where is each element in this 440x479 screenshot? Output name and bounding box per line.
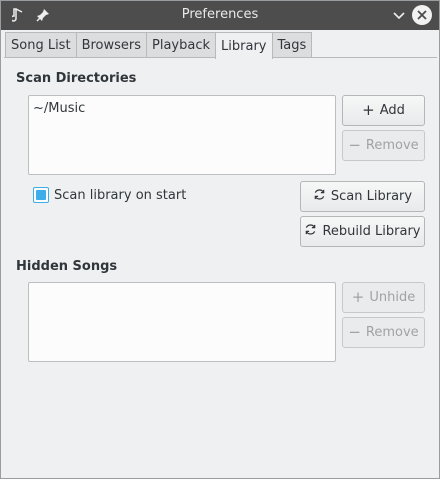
remove-button-label: Remove: [365, 138, 419, 153]
add-button[interactable]: + Add: [342, 95, 425, 126]
unhide-button[interactable]: + Unhide: [342, 282, 425, 313]
checkbox-checked-indicator: [36, 190, 46, 200]
hidden-songs-heading: Hidden Songs: [16, 259, 118, 274]
list-item[interactable]: ~/Music: [29, 96, 335, 121]
refresh-icon: [304, 223, 317, 240]
minus-icon: −: [348, 323, 361, 341]
plus-icon: +: [351, 288, 365, 306]
close-icon[interactable]: [412, 5, 432, 25]
refresh-icon: [313, 188, 326, 205]
preferences-window: Preferences Song List Browsers Playback …: [0, 0, 440, 479]
tab-tags[interactable]: Tags: [271, 32, 313, 58]
window-title: Preferences: [181, 7, 259, 22]
tab-browsers[interactable]: Browsers: [75, 32, 148, 58]
hidden-songs-list[interactable]: [28, 282, 336, 362]
title-bar: Preferences: [1, 1, 439, 30]
tab-playback[interactable]: Playback: [146, 32, 217, 58]
chevron-down-icon[interactable]: [389, 5, 409, 25]
scan-directories-list[interactable]: ~/Music: [28, 95, 336, 175]
scan-on-start-label[interactable]: Scan library on start: [54, 188, 186, 203]
remove-directory-button[interactable]: − Remove: [342, 130, 425, 161]
scan-on-start-checkbox[interactable]: [33, 187, 49, 203]
tab-bar: Song List Browsers Playback Library Tags: [5, 32, 313, 59]
tab-song-list[interactable]: Song List: [5, 32, 77, 58]
unhide-button-label: Unhide: [369, 290, 416, 305]
rebuild-library-label: Rebuild Library: [322, 224, 421, 239]
add-button-label: Add: [379, 103, 405, 118]
minus-icon: −: [348, 136, 361, 154]
remove-hidden-button-label: Remove: [365, 325, 419, 340]
scan-library-button[interactable]: Scan Library: [300, 181, 425, 212]
plus-icon: +: [362, 101, 375, 119]
rebuild-library-button[interactable]: Rebuild Library: [300, 216, 425, 247]
scan-library-label: Scan Library: [330, 189, 413, 204]
remove-hidden-button[interactable]: − Remove: [342, 317, 425, 348]
scan-directories-heading: Scan Directories: [16, 71, 137, 86]
tab-library[interactable]: Library: [215, 32, 273, 59]
